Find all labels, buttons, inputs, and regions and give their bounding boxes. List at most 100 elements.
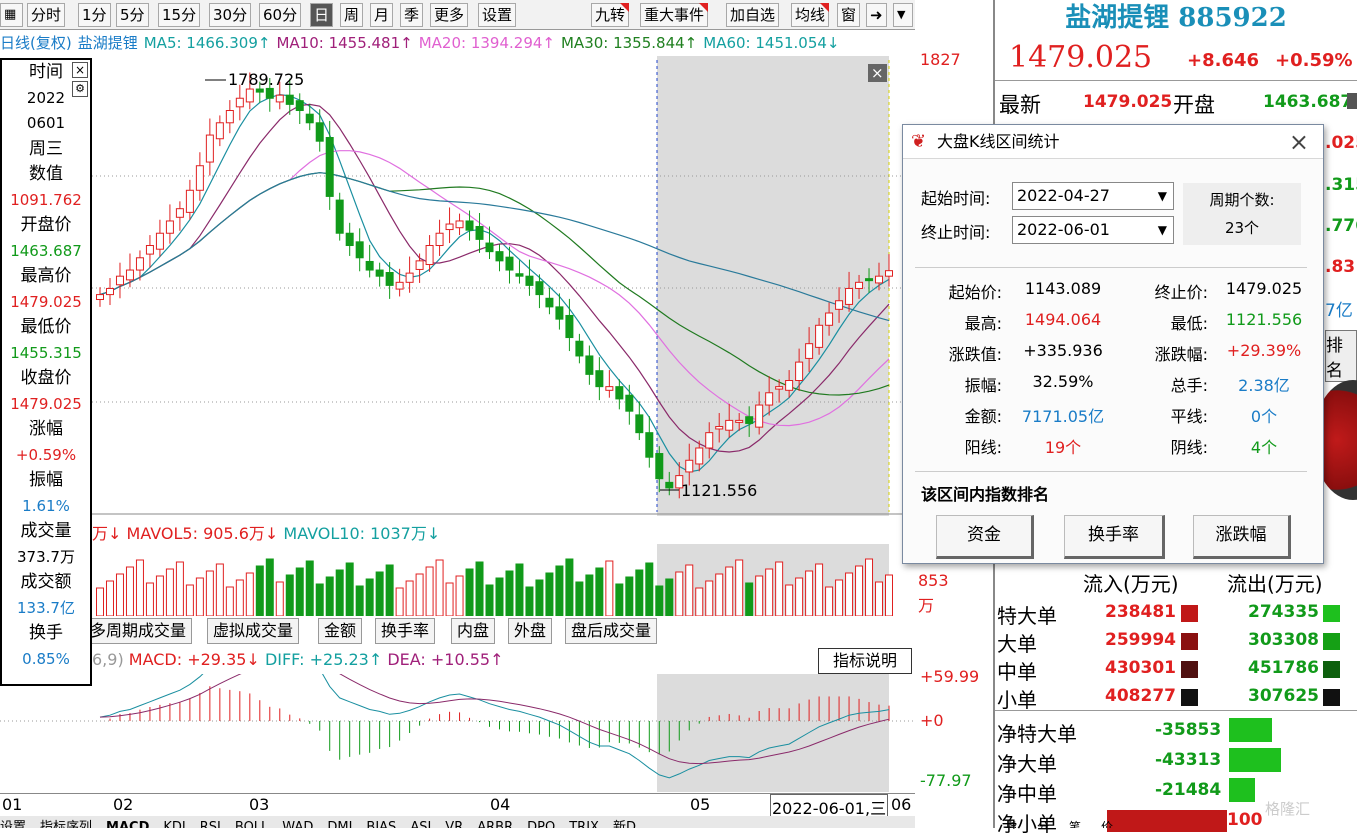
rank-button[interactable]: 排名: [1325, 330, 1357, 382]
kline-chart[interactable]: 1789.725 1121.556 ×: [0, 56, 915, 516]
tab-bias[interactable]: BIAS: [366, 820, 396, 828]
candle-body: [285, 94, 294, 105]
candle-body: [145, 245, 154, 255]
indicator-explain-button[interactable]: 指标说明: [818, 648, 912, 674]
tab-index[interactable]: 指: [1005, 820, 1017, 828]
flow-out-swatch: [1323, 689, 1340, 706]
start-time-select[interactable]: 2022-04-27 ▼: [1012, 182, 1174, 210]
period-tab-more[interactable]: 更多: [430, 3, 469, 27]
tab-dmi[interactable]: DMI: [327, 820, 352, 828]
candle-body: [415, 260, 424, 270]
tab-turnover[interactable]: 换手率: [375, 618, 436, 644]
tab-trix[interactable]: TRIX: [569, 820, 599, 828]
tab-indicator-sequence[interactable]: 指标序列: [40, 820, 92, 828]
tab-amount[interactable]: 金额: [318, 618, 363, 644]
volume-bar: [885, 574, 893, 616]
info-label-turnover: 换手: [29, 623, 63, 643]
tab-outer-volume[interactable]: 外盘: [508, 618, 553, 644]
volume-bar: [425, 566, 434, 616]
tab-rsi[interactable]: RSI: [200, 820, 221, 828]
tab-macd[interactable]: MACD: [106, 820, 149, 828]
flow-out-swatch: [1323, 633, 1340, 650]
tab-indicator-settings[interactable]: 设置: [0, 820, 26, 828]
tab-minute[interactable]: 分: [1037, 820, 1049, 828]
period-tab-day[interactable]: 日: [310, 3, 334, 27]
tab-kdj[interactable]: KDJ: [163, 820, 185, 828]
tab-after-hours-volume[interactable]: 盘后成交量: [565, 618, 658, 644]
period-tab-60min[interactable]: 60分: [259, 3, 302, 27]
ma30-value: MA30: 1355.844↑: [560, 34, 698, 52]
candle-body: [325, 137, 334, 197]
svg-text:×: ×: [871, 64, 884, 82]
candle-body: [735, 419, 744, 423]
tab-price[interactable]: 价: [1101, 820, 1113, 828]
tab-boll[interactable]: BOLL: [235, 820, 268, 828]
macd-chart[interactable]: [0, 674, 915, 792]
period-tab-30min[interactable]: 30分: [209, 3, 252, 27]
period-tab-intraday[interactable]: 分时: [27, 3, 66, 27]
tab-multi-period-volume[interactable]: 多周期成交量: [84, 618, 193, 644]
net-flow-bar: [1229, 718, 1272, 742]
volume-bar: [195, 577, 204, 616]
ma-button[interactable]: 均线: [791, 3, 830, 27]
volume-bar: [855, 565, 864, 616]
tab-wad[interactable]: WAD: [282, 820, 313, 828]
period-tab-week[interactable]: 周: [340, 3, 364, 27]
flow-label: 中单: [997, 660, 1037, 684]
tab-asi[interactable]: ASI: [410, 820, 431, 828]
stat-label: 起始价:: [948, 283, 1002, 302]
volume-bar: [615, 583, 624, 616]
candle-body: [605, 386, 614, 391]
net-flow-row: 净大单 -43313: [995, 746, 1357, 776]
candle-body: [155, 232, 164, 250]
volume-axis-unit: 万: [918, 596, 935, 615]
flow-label: 特大单: [997, 604, 1057, 628]
info-label-amplitude: 振幅: [29, 470, 63, 490]
period-tab-5min[interactable]: 5分: [116, 3, 149, 27]
period-tab-settings[interactable]: 设置: [478, 3, 517, 27]
candle-body: [455, 220, 464, 229]
dialog-titlebar[interactable]: ❦ 大盘K线区间统计 ×: [903, 125, 1323, 159]
chevron-down-icon[interactable]: ▼: [893, 3, 913, 27]
candle-body: [345, 232, 354, 247]
arrow-right-icon[interactable]: ➜: [866, 3, 887, 27]
tab-inner-volume[interactable]: 内盘: [451, 618, 496, 644]
candle-body: [385, 272, 394, 286]
tab-tick[interactable]: 笔: [1069, 820, 1081, 828]
tab-virtual-volume[interactable]: 虚拟成交量: [207, 618, 300, 644]
tab-vr[interactable]: VR: [445, 820, 463, 828]
rank-change-button[interactable]: 涨跌幅: [1193, 515, 1291, 559]
period-tab-1min[interactable]: 1分: [78, 3, 111, 27]
tab-dpo[interactable]: DPO: [527, 820, 555, 828]
grid-icon[interactable]: ▦: [0, 3, 23, 27]
close-icon[interactable]: ×: [1289, 125, 1309, 159]
candle-body: [295, 100, 304, 112]
stat-label: 涨跌幅:: [1154, 345, 1208, 364]
quote-partial: .025: [1325, 133, 1357, 153]
window-button[interactable]: 窗: [837, 3, 861, 27]
tab-new[interactable]: 新D: [613, 820, 636, 828]
flow-out: 451786: [1248, 658, 1319, 678]
rank-turnover-button[interactable]: 换手率: [1064, 515, 1165, 559]
end-time-select[interactable]: 2022-06-01 ▼: [1012, 216, 1174, 244]
add-watchlist-button[interactable]: 加自选: [726, 3, 780, 27]
info-label-close: 收盘价: [20, 368, 72, 388]
volume-bar: [385, 564, 394, 616]
volume-bar: [605, 560, 614, 616]
volume-bar: [155, 575, 164, 616]
rank-fund-button[interactable]: 资金: [936, 515, 1034, 559]
major-events-button[interactable]: 重大事件: [640, 3, 709, 27]
settings-icon[interactable]: ⚙: [72, 81, 88, 97]
tab-arbr[interactable]: ARBR: [477, 820, 513, 828]
period-tab-month[interactable]: 月: [370, 3, 394, 27]
candle-body: [825, 312, 834, 326]
candle-body: [445, 223, 454, 231]
period-tab-season[interactable]: 季: [400, 3, 424, 27]
net-flow-label: 净大单: [997, 752, 1057, 776]
volume-chart[interactable]: [92, 544, 915, 616]
period-tab-15min[interactable]: 15分: [158, 3, 201, 27]
volume-bar: [495, 577, 504, 616]
close-icon[interactable]: ×: [72, 62, 88, 78]
jiuzhuan-button[interactable]: 九转: [591, 3, 630, 27]
candle-body: [645, 432, 654, 458]
